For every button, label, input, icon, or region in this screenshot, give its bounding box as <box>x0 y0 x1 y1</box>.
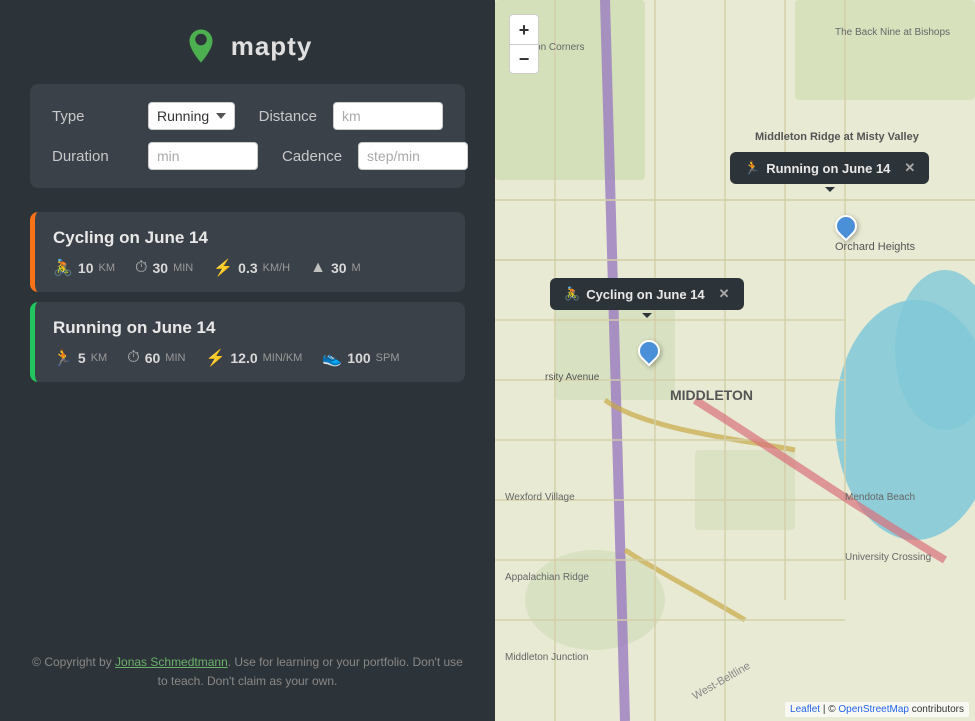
form-container: Type Running Cycling Distance Duration C… <box>30 84 465 188</box>
stat-cycling-duration: ⏱ 30 MIN <box>135 258 193 278</box>
running-duration-unit: MIN <box>165 352 185 364</box>
workout-item-running[interactable]: Running on June 14 🏃 5 KM ⏱ 60 MIN ⚡ 12.… <box>30 302 465 382</box>
footer: © Copyright by Jonas Schmedtmann. Use fo… <box>0 633 495 701</box>
cadence-input[interactable] <box>358 142 468 170</box>
popup-cycling: 🚴 Cycling on June 14 ✕ <box>550 278 744 310</box>
running-cadence-unit: SPM <box>376 352 400 364</box>
map-attribution: Leaflet | © OpenStreetMap contributors <box>785 702 969 717</box>
footer-text1: © Copyright by <box>32 655 115 669</box>
cycling-speed-unit: KM/H <box>263 262 291 274</box>
stat-running-pace: ⚡ 12.0 MIN/KM <box>205 348 302 368</box>
marker-running[interactable] <box>835 215 857 237</box>
cycling-duration-icon: ⏱ <box>135 259 147 277</box>
form-row-duration-cadence: Duration Cadence <box>52 142 443 170</box>
duration-input[interactable] <box>148 142 258 170</box>
workout-stats-cycling: 🚴 10 KM ⏱ 30 MIN ⚡ 0.3 KM/H ▲ 30 M <box>53 258 447 278</box>
running-distance-icon: 🏃 <box>53 348 73 368</box>
distance-input[interactable] <box>333 102 443 130</box>
cycling-speed-icon: ⚡ <box>213 258 233 278</box>
running-pace-unit: MIN/KM <box>263 352 303 364</box>
svg-text:The Back Nine at Bishops: The Back Nine at Bishops <box>835 27 950 38</box>
app-title: mapty <box>231 31 313 62</box>
cycling-elevation-icon: ▲ <box>310 259 326 277</box>
svg-text:Mendota Beach: Mendota Beach <box>845 492 915 503</box>
running-distance-unit: KM <box>91 352 108 364</box>
running-pace-value: 12.0 <box>230 350 257 366</box>
map-controls: + − <box>509 14 539 74</box>
map-svg: Ashton Corners Middleton Ridge at Misty … <box>495 0 975 721</box>
svg-text:Orchard Heights: Orchard Heights <box>835 241 916 253</box>
running-duration-value: 60 <box>145 350 161 366</box>
footer-author-link[interactable]: Jonas Schmedtmann <box>115 655 228 669</box>
cycling-distance-unit: KM <box>99 262 116 274</box>
map-background: Ashton Corners Middleton Ridge at Misty … <box>495 0 975 721</box>
svg-text:Middleton Junction: Middleton Junction <box>505 652 588 663</box>
workout-title-running: Running on June 14 <box>53 318 447 338</box>
distance-label: Distance <box>259 108 317 125</box>
cycling-elevation-value: 30 <box>331 260 347 276</box>
svg-text:University Crossing: University Crossing <box>845 552 931 563</box>
cycling-distance-icon: 🚴 <box>53 258 73 278</box>
svg-text:Middleton Ridge at Misty Valle: Middleton Ridge at Misty Valley <box>755 131 920 143</box>
stat-cycling-speed: ⚡ 0.3 KM/H <box>213 258 290 278</box>
form-row-type-distance: Type Running Cycling Distance <box>52 102 443 130</box>
zoom-out-button[interactable]: − <box>509 44 539 74</box>
stat-running-duration: ⏱ 60 MIN <box>127 348 185 368</box>
left-panel: mapty Type Running Cycling Distance Dura… <box>0 0 495 721</box>
workout-item-cycling[interactable]: Cycling on June 14 🚴 10 KM ⏱ 30 MIN ⚡ 0.… <box>30 212 465 292</box>
stat-running-cadence: 👟 100 SPM <box>322 348 399 368</box>
leaflet-link[interactable]: Leaflet <box>790 704 820 715</box>
duration-label: Duration <box>52 148 132 165</box>
running-distance-value: 5 <box>78 350 86 366</box>
running-pace-icon: ⚡ <box>205 348 225 368</box>
running-duration-icon: ⏱ <box>127 349 139 367</box>
header: mapty <box>0 0 495 84</box>
map-panel[interactable]: Ashton Corners Middleton Ridge at Misty … <box>495 0 975 721</box>
svg-text:Appalachian Ridge: Appalachian Ridge <box>505 572 589 583</box>
cycling-duration-value: 30 <box>152 260 168 276</box>
osm-link[interactable]: OpenStreetMap <box>838 704 909 715</box>
popup-cycling-close[interactable]: ✕ <box>719 286 730 302</box>
popup-cycling-icon: 🚴 <box>564 286 580 302</box>
zoom-in-button[interactable]: + <box>509 14 539 44</box>
cycling-duration-unit: MIN <box>173 262 193 274</box>
marker-cycling[interactable] <box>638 340 660 362</box>
cadence-label: Cadence <box>282 148 342 165</box>
cycling-distance-value: 10 <box>78 260 94 276</box>
popup-running: 🏃 Running on June 14 ✕ <box>730 152 929 184</box>
cycling-speed-value: 0.3 <box>238 260 257 276</box>
type-label: Type <box>52 108 132 125</box>
stat-cycling-distance: 🚴 10 KM <box>53 258 115 278</box>
popup-running-label: Running on June 14 <box>766 161 890 176</box>
svg-text:MIDDLETON: MIDDLETON <box>670 387 753 403</box>
popup-running-icon: 🏃 <box>744 160 760 176</box>
marker-cycling-dot <box>633 335 664 366</box>
type-select[interactable]: Running Cycling <box>148 102 235 130</box>
svg-text:rsity Avenue: rsity Avenue <box>545 372 600 383</box>
popup-cycling-label: Cycling on June 14 <box>586 287 704 302</box>
stat-cycling-elevation: ▲ 30 M <box>310 258 361 278</box>
running-cadence-icon: 👟 <box>322 348 342 368</box>
cycling-elevation-unit: M <box>352 262 361 274</box>
logo-icon <box>183 28 219 64</box>
workout-stats-running: 🏃 5 KM ⏱ 60 MIN ⚡ 12.0 MIN/KM 👟 100 <box>53 348 447 368</box>
svg-text:Wexford Village: Wexford Village <box>505 492 575 503</box>
stat-running-distance: 🏃 5 KM <box>53 348 107 368</box>
workouts-list: Cycling on June 14 🚴 10 KM ⏱ 30 MIN ⚡ 0.… <box>0 212 495 633</box>
popup-running-close[interactable]: ✕ <box>904 160 915 176</box>
marker-running-dot <box>830 210 861 241</box>
running-cadence-value: 100 <box>347 350 370 366</box>
workout-title-cycling: Cycling on June 14 <box>53 228 447 248</box>
